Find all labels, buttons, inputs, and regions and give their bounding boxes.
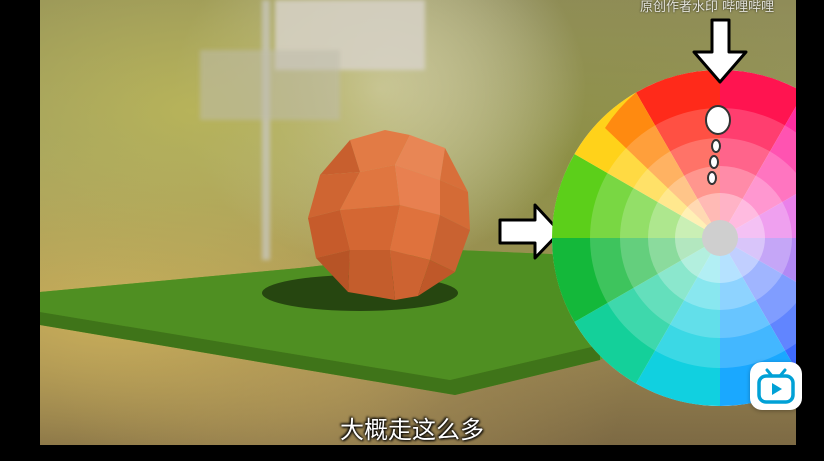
bilibili-tv-icon [757, 368, 795, 404]
video-frame[interactable] [40, 0, 796, 445]
bilibili-logo-button[interactable] [750, 362, 802, 410]
left-letterbox [0, 0, 40, 461]
arrow-right-icon [498, 203, 562, 260]
scene-illustration [40, 18, 796, 406]
watermark: 原创作者水印 哔哩哔哩 [640, 0, 775, 15]
video-subtitle: 大概走这么多 [340, 416, 484, 444]
bottom-letterbox [0, 445, 824, 461]
low-poly-sphere [308, 130, 470, 300]
